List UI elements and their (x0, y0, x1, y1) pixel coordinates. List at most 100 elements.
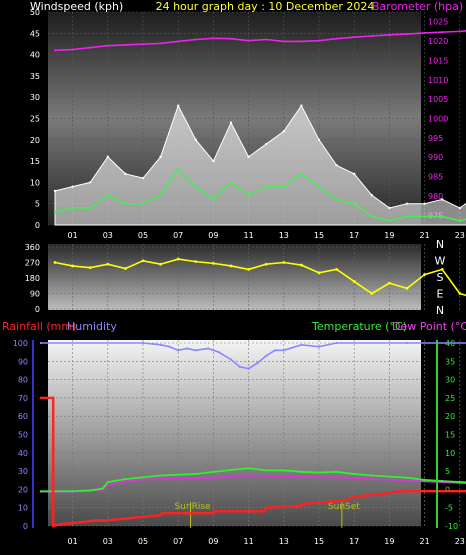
gust-point (353, 172, 356, 176)
temperature-point (247, 467, 250, 470)
dewpoint-point (159, 477, 162, 480)
dewpoint-point (282, 475, 285, 478)
gust-point (106, 155, 110, 159)
rainfall-point (344, 499, 347, 502)
humidity-point (185, 347, 189, 350)
gust-point (124, 172, 127, 176)
y-tick-label: 360 (25, 243, 40, 252)
y-tick-label: 60 (18, 412, 28, 421)
humidity-point (168, 345, 171, 348)
avg-wind-point (159, 193, 162, 197)
temperature-point (141, 476, 145, 479)
rainfall-point (229, 510, 233, 513)
gust-point (159, 155, 162, 159)
avg-wind-point (194, 185, 197, 188)
y2-tick-label: 985 (428, 173, 443, 182)
dewpoint-point (194, 477, 197, 480)
direction-plot-area (48, 244, 421, 310)
y-tick-label: 90 (18, 357, 28, 366)
barometer-point (54, 49, 56, 52)
dewpoint-point (229, 475, 233, 478)
gust-point (229, 121, 233, 124)
rainfall-point (124, 517, 127, 520)
y-tick-label: 45 (30, 29, 40, 38)
avg-wind-point (300, 172, 303, 176)
x-tick-label: 11 (244, 537, 254, 546)
humidity-point (405, 341, 409, 345)
rainfall-point (405, 489, 409, 493)
temperature-point (159, 474, 162, 477)
y-tick-label: 0 (35, 221, 40, 230)
temperature-y-ticks: -10-50510152025303540 (445, 339, 458, 531)
barometer-point (458, 30, 461, 33)
dewpoint-point (124, 480, 127, 483)
avg-wind-point (441, 215, 444, 218)
y-tick-label: 100 (13, 339, 28, 348)
barometer-point (212, 37, 215, 40)
direction-point (176, 257, 180, 261)
sun-label: SunRise (174, 502, 211, 512)
temperature-point (458, 480, 461, 484)
avg-wind-point (89, 206, 92, 210)
gust-point (388, 206, 391, 210)
avg-wind-point (53, 211, 57, 214)
barometer-point (247, 39, 250, 42)
barometer-point (335, 37, 338, 40)
gust-point (53, 189, 57, 193)
y-tick-label: 25 (30, 115, 40, 124)
y-tick-label: 10 (30, 178, 40, 187)
direction-point (159, 262, 163, 266)
x-tick-label: 01 (68, 231, 78, 240)
avg-wind-point (124, 202, 127, 205)
compass-label: S (437, 271, 444, 284)
humidity-point (335, 341, 338, 345)
gust-point (405, 202, 409, 205)
temperature-point (124, 478, 127, 481)
direction-y-ticks: 0 90 180 270 360 (25, 243, 40, 314)
compass-label: E (437, 288, 444, 301)
rainfall-point (264, 506, 268, 510)
gust-point (177, 104, 180, 107)
barometer-point (159, 42, 162, 45)
avg-wind-point (282, 185, 285, 188)
direction-point (141, 259, 145, 263)
y-tick-label: 20 (30, 136, 40, 145)
direction-point (247, 267, 251, 271)
direction-point (300, 263, 303, 267)
dewpoint-point (212, 476, 215, 479)
temperature-point (106, 480, 109, 484)
direction-point (106, 262, 110, 266)
rainfall-point (300, 502, 303, 506)
weather-chart: 05101520253035404550 9759809859909951000… (2, 0, 466, 546)
direction-point (405, 286, 409, 290)
humidity-point (317, 345, 321, 348)
direction-point (71, 264, 74, 268)
humidity-axis-label: Humidity (67, 320, 117, 333)
rainfall-point (423, 489, 426, 493)
temperature-point (229, 468, 233, 472)
temperature-point (423, 478, 426, 481)
gust-point (247, 155, 250, 159)
avg-wind-point (317, 185, 321, 188)
y2-tick-label: 1020 (428, 37, 448, 46)
humidity-point (238, 365, 241, 368)
y-tick-label: 30 (30, 93, 40, 102)
direction-point (264, 262, 268, 266)
temperature-point (265, 469, 268, 472)
x-tick-label: 13 (279, 231, 289, 240)
avg-wind-point (423, 215, 426, 218)
y2-tick-label: 1010 (428, 76, 448, 85)
x-tick-label: 05 (138, 537, 148, 546)
humidity-point (265, 354, 268, 357)
direction-point (317, 271, 321, 275)
barometer-point (300, 40, 303, 43)
avg-wind-point (458, 219, 461, 222)
barometer-point (177, 40, 180, 43)
direction-point (124, 267, 127, 270)
x-tick-label: 19 (384, 231, 394, 240)
humidity-point (141, 341, 145, 345)
dewpoint-point (353, 476, 356, 480)
y2-tick-label: 995 (428, 134, 443, 143)
avg-wind-point (335, 198, 338, 201)
avg-wind-point (106, 193, 110, 197)
